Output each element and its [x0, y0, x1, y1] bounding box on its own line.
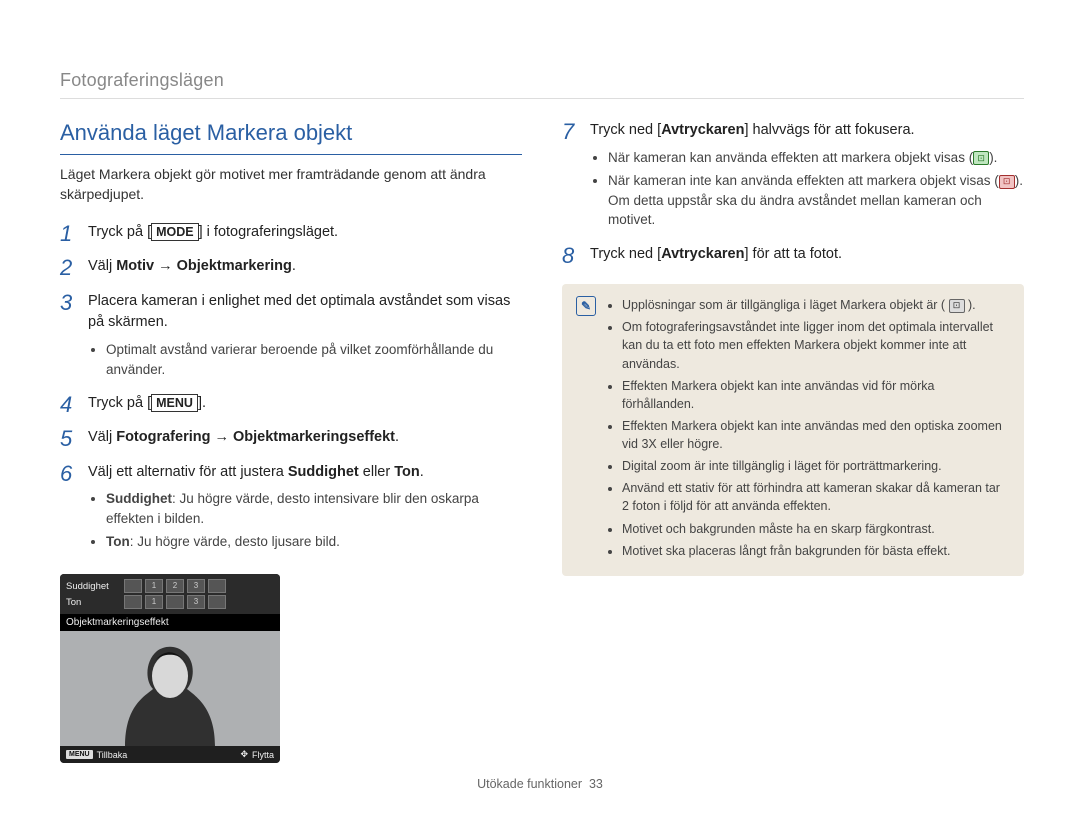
camera-thumb: 2	[166, 579, 184, 593]
right-column: 7Tryck ned [Avtryckaren] halvvägs för at…	[562, 120, 1024, 765]
step-4: 4 Tryck på [MENU].	[60, 393, 522, 417]
left-column: Använda läget Markera objekt Läget Marke…	[60, 120, 522, 765]
step-8: 8 Tryck ned [Avtryckaren] för att ta foto…	[562, 244, 1024, 268]
move-icon: ✥	[240, 749, 248, 760]
camera-banner: Objektmarkeringseffekt	[60, 614, 280, 631]
mode-button-label: MODE	[151, 223, 199, 241]
page-heading: Använda läget Markera objekt	[60, 120, 522, 146]
left-steps-list: 1 Tryck på [MODE] i fotograferingsläget. 2…	[60, 222, 522, 556]
menu-chip-icon: MENU	[66, 750, 93, 759]
menu-button-label: MENU	[151, 394, 198, 412]
camera-move-button: ✥ Flytta	[240, 749, 274, 760]
status-grey-icon: ⊡	[949, 299, 965, 313]
right-steps-list: 7Tryck ned [Avtryckaren] halvvägs för at…	[562, 120, 1024, 268]
camera-row-tone: Ton 1 3	[66, 594, 274, 610]
step-number: 6	[60, 462, 78, 556]
status-green-icon: ⊡	[973, 151, 989, 165]
step-number: 5	[60, 427, 78, 451]
step-body: Placera kameran i enlighet med det optim…	[88, 291, 522, 384]
camera-preview	[60, 631, 280, 746]
step-number: 4	[60, 393, 78, 417]
step-number: 2	[60, 256, 78, 280]
note-item: Om fotograferingsavståndet inte ligger i…	[622, 318, 1010, 372]
portrait-silhouette	[115, 631, 225, 746]
step-number: 8	[562, 244, 580, 268]
camera-thumb: 3	[187, 595, 205, 609]
status-red-icon: ⊡	[999, 175, 1015, 189]
note-item: Effekten Markera objekt kan inte använda…	[622, 377, 1010, 413]
note-item: Upplösningar som är tillgängliga i läget…	[622, 296, 1010, 314]
page-footer: Utökade funktioner 33	[0, 777, 1080, 791]
camera-thumb	[166, 595, 184, 609]
step-body: Tryck på [MENU].	[88, 393, 206, 417]
camera-screenshot: Suddighet 123 Ton 1 3 Objektmarkeringseff…	[60, 574, 280, 763]
step-body: Välj ett alternativ för att justera Sudd…	[88, 462, 522, 556]
step-2: 2 Välj Motiv → Objektmarkering.	[60, 256, 522, 280]
step-3: 3Placera kameran i enlighet med det opti…	[60, 291, 522, 384]
note-icon: ✎	[576, 296, 596, 316]
camera-thumb: 1	[145, 579, 163, 593]
step-sublist: Suddighet: Ju högre värde, desto intensi…	[88, 489, 522, 552]
camera-thumb: 1	[145, 595, 163, 609]
camera-thumb	[124, 595, 142, 609]
camera-back-button: MENU Tillbaka	[66, 749, 127, 760]
note-item: Digital zoom är inte tillgänglig i läget…	[622, 457, 1010, 475]
note-item: Motivet och bakgrunden måste ha en skarp…	[622, 520, 1010, 538]
step-body: Tryck ned [Avtryckaren] för att ta fotot…	[590, 244, 842, 268]
step-1: 1 Tryck på [MODE] i fotograferingsläget.	[60, 222, 522, 246]
camera-row-blur: Suddighet 123	[66, 578, 274, 594]
camera-thumb: 3	[187, 579, 205, 593]
camera-move-label: Flytta	[252, 750, 274, 760]
step-7: 7Tryck ned [Avtryckaren] halvvägs för at…	[562, 120, 1024, 234]
heading-underline	[60, 154, 522, 155]
step-body: Välj Motiv → Objektmarkering.	[88, 256, 296, 280]
step-body: Tryck ned [Avtryckaren] halvvägs för att…	[590, 120, 1024, 234]
step-number: 3	[60, 291, 78, 384]
note-box: ✎ Upplösningar som är tillgängliga i läg…	[562, 284, 1024, 576]
camera-thumb	[208, 595, 226, 609]
camera-bottom-bar: MENU Tillbaka ✥ Flytta	[60, 746, 280, 763]
step-body: Tryck på [MODE] i fotograferingsläget.	[88, 222, 338, 246]
intro-text: Läget Markera objekt gör motivet mer fra…	[60, 165, 522, 204]
note-list: Upplösningar som är tillgängliga i läget…	[606, 296, 1010, 564]
note-item: Använd ett stativ för att förhindra att …	[622, 479, 1010, 515]
section-label: Fotograferingslägen	[60, 70, 224, 91]
camera-back-label: Tillbaka	[97, 750, 128, 760]
step-number: 1	[60, 222, 78, 246]
camera-blur-label: Suddighet	[66, 581, 120, 592]
step-number: 7	[562, 120, 580, 234]
camera-thumb	[124, 579, 142, 593]
camera-tone-label: Ton	[66, 597, 120, 608]
step-sublist: Optimalt avstånd varierar beroende på vi…	[88, 340, 522, 379]
step-5: 5 Välj Fotografering → Objektmarkeringsef…	[60, 427, 522, 451]
note-item: Motivet ska placeras långt från bakgrund…	[622, 542, 1010, 560]
step-6: 6Välj ett alternativ för att justera Sud…	[60, 462, 522, 556]
step-sublist: När kameran kan använda effekten att mar…	[590, 148, 1024, 230]
camera-thumb	[208, 579, 226, 593]
footer-page-number: 33	[589, 777, 603, 791]
content-columns: Använda läget Markera objekt Läget Marke…	[60, 120, 1024, 765]
camera-top-bar: Suddighet 123 Ton 1 3	[60, 574, 280, 614]
step-body: Välj Fotografering → Objektmarkeringseff…	[88, 427, 399, 451]
footer-label: Utökade funktioner	[477, 777, 582, 791]
note-item: Effekten Markera objekt kan inte använda…	[622, 417, 1010, 453]
divider	[60, 98, 1024, 99]
